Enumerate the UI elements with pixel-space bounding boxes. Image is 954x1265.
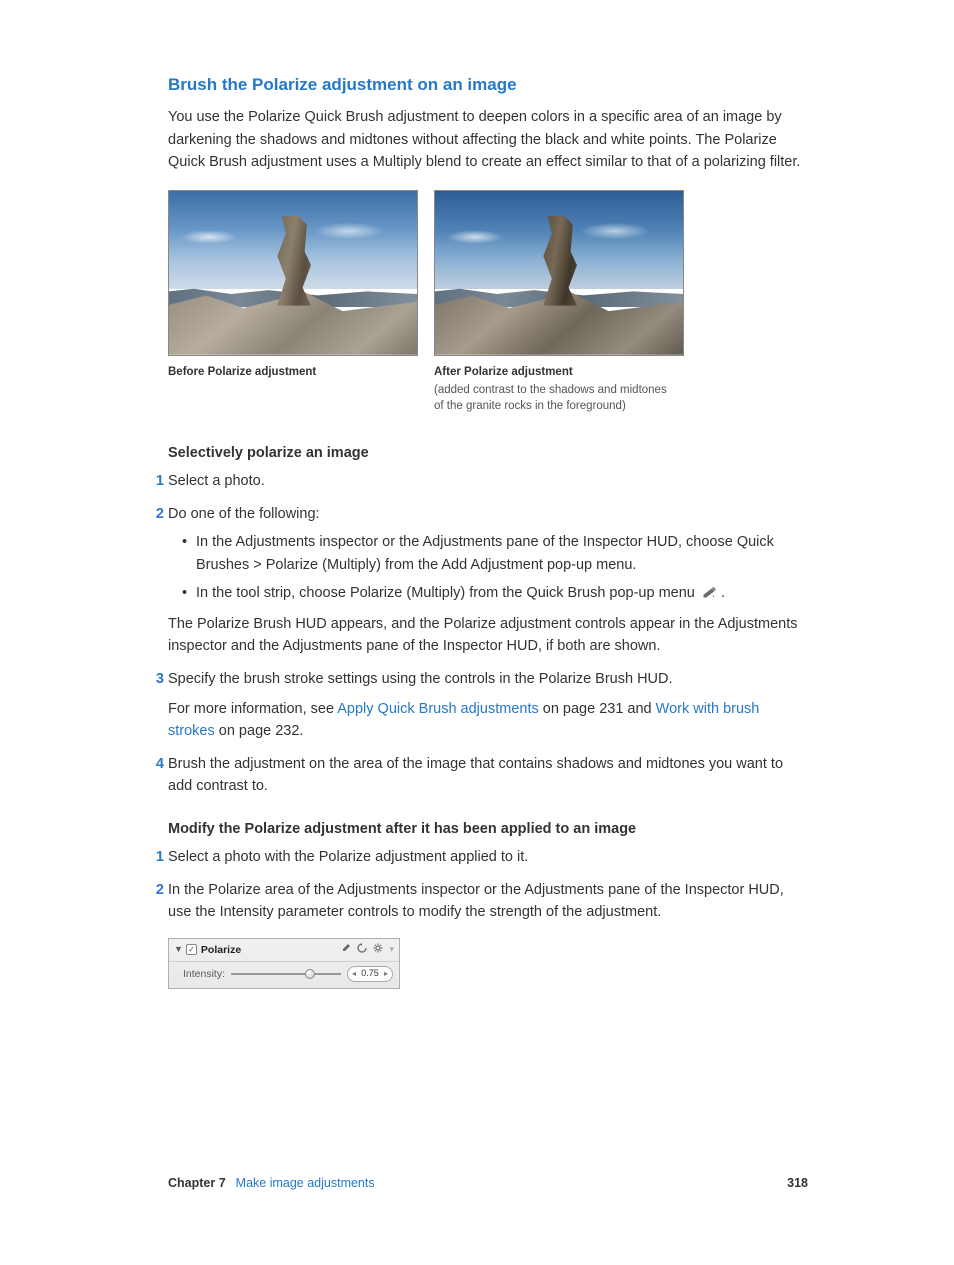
slider-knob[interactable] bbox=[305, 969, 315, 979]
step-number: 2 bbox=[150, 503, 164, 525]
task1-steps: 1 Select a photo. 2 Do one of the follow… bbox=[168, 470, 808, 798]
reset-icon[interactable] bbox=[357, 942, 367, 958]
page-content: Brush the Polarize adjustment on an imag… bbox=[168, 72, 808, 1009]
task1-title: Selectively polarize an image bbox=[168, 442, 808, 464]
step-text: Specify the brush stroke settings using … bbox=[168, 671, 673, 687]
page-number: 318 bbox=[787, 1174, 808, 1193]
menu-arrow-icon[interactable]: ▾ bbox=[389, 943, 394, 957]
figure-after: After Polarize adjustment (added contras… bbox=[434, 190, 684, 414]
link-apply-quick-brush[interactable]: Apply Quick Brush adjustments bbox=[337, 701, 538, 717]
disclosure-triangle-icon[interactable]: ▼ bbox=[174, 943, 183, 957]
panel-body: Intensity: ◂ 0.75 ▸ bbox=[169, 962, 399, 988]
figure-row: Before Polarize adjustment After Polariz… bbox=[168, 190, 808, 414]
step-text: Brush the adjustment on the area of the … bbox=[168, 756, 783, 794]
step-text: Do one of the following: bbox=[168, 506, 320, 522]
step-number: 4 bbox=[150, 753, 164, 775]
step-number: 2 bbox=[150, 879, 164, 901]
text-fragment: on page 232. bbox=[215, 723, 304, 739]
stepper-increment-icon[interactable]: ▸ bbox=[382, 970, 390, 978]
step-after-text: The Polarize Brush HUD appears, and the … bbox=[168, 613, 808, 658]
caption-after: After Polarize adjustment bbox=[434, 364, 684, 382]
intensity-slider[interactable] bbox=[231, 968, 341, 980]
brush-icon bbox=[699, 585, 717, 599]
bullet-text-post: . bbox=[721, 585, 725, 601]
step-text: In the Polarize area of the Adjustments … bbox=[168, 882, 784, 920]
stepper-decrement-icon[interactable]: ◂ bbox=[350, 970, 358, 978]
bullet-text: In the Adjustments inspector or the Adju… bbox=[196, 534, 774, 572]
step-item: 3 Specify the brush stroke settings usin… bbox=[168, 668, 808, 743]
chapter-title: Make image adjustments bbox=[236, 1174, 375, 1193]
task2-title: Modify the Polarize adjustment after it … bbox=[168, 818, 808, 840]
thumbnail-before bbox=[168, 190, 418, 356]
step-text: Select a photo. bbox=[168, 473, 265, 489]
bullet-item: In the Adjustments inspector or the Adju… bbox=[182, 531, 808, 576]
panel-header: ▼ ✓ Polarize ▾ bbox=[169, 939, 399, 962]
figure-before: Before Polarize adjustment bbox=[168, 190, 418, 414]
panel-title: Polarize bbox=[201, 942, 241, 958]
step-item: 1 Select a photo. bbox=[168, 470, 808, 492]
step-number: 1 bbox=[150, 470, 164, 492]
step-number: 1 bbox=[150, 846, 164, 868]
step-number: 3 bbox=[150, 668, 164, 690]
step-item: 1 Select a photo with the Polarize adjus… bbox=[168, 846, 808, 868]
intensity-stepper[interactable]: ◂ 0.75 ▸ bbox=[347, 966, 393, 982]
text-fragment: on page 231 and bbox=[539, 701, 656, 717]
bullet-item: In the tool strip, choose Polarize (Mult… bbox=[182, 582, 808, 604]
sub-bullets: In the Adjustments inspector or the Adju… bbox=[168, 531, 808, 604]
intro-paragraph: You use the Polarize Quick Brush adjustm… bbox=[168, 106, 808, 173]
step-more-info: For more information, see Apply Quick Br… bbox=[168, 698, 808, 743]
subcaption-after: (added contrast to the shadows and midto… bbox=[434, 382, 674, 414]
intensity-value: 0.75 bbox=[358, 967, 382, 981]
section-heading: Brush the Polarize adjustment on an imag… bbox=[168, 72, 808, 98]
brush-small-icon[interactable] bbox=[341, 942, 351, 958]
bullet-text-pre: In the tool strip, choose Polarize (Mult… bbox=[196, 585, 699, 601]
task2-steps: 1 Select a photo with the Polarize adjus… bbox=[168, 846, 808, 989]
chapter-label: Chapter 7 bbox=[168, 1174, 226, 1193]
step-item: 2 Do one of the following: In the Adjust… bbox=[168, 503, 808, 658]
page-footer: Chapter 7 Make image adjustments 318 bbox=[168, 1174, 808, 1193]
step-text: Select a photo with the Polarize adjustm… bbox=[168, 849, 528, 865]
polarize-panel: ▼ ✓ Polarize ▾ Intensity: bbox=[168, 938, 400, 990]
intensity-label: Intensity: bbox=[183, 966, 225, 982]
panel-header-icons: ▾ bbox=[341, 942, 394, 958]
polarize-enable-checkbox[interactable]: ✓ bbox=[186, 944, 197, 955]
caption-before: Before Polarize adjustment bbox=[168, 364, 418, 382]
thumbnail-after bbox=[434, 190, 684, 356]
step-item: 4 Brush the adjustment on the area of th… bbox=[168, 753, 808, 798]
step-item: 2 In the Polarize area of the Adjustment… bbox=[168, 879, 808, 989]
gear-icon[interactable] bbox=[373, 942, 383, 958]
text-fragment: For more information, see bbox=[168, 701, 337, 717]
